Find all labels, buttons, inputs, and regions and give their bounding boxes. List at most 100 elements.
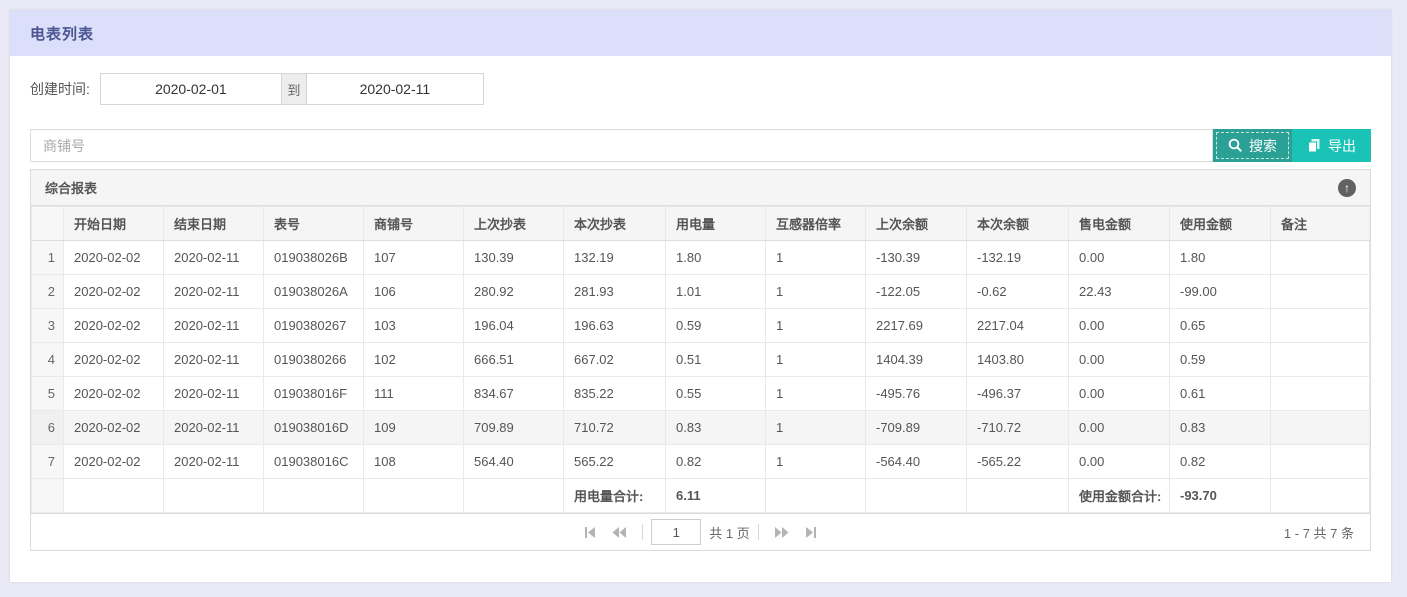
row-index: 3 — [32, 309, 64, 343]
summary-cell: -93.70 — [1170, 479, 1271, 513]
table-cell: -709.89 — [866, 411, 967, 445]
table-row[interactable]: 12020-02-022020-02-11019038026B107130.39… — [32, 241, 1370, 275]
table-row[interactable]: 22020-02-022020-02-11019038026A106280.92… — [32, 275, 1370, 309]
table-cell — [1271, 377, 1370, 411]
table-cell: 1.01 — [666, 275, 766, 309]
table-cell: 019038016C — [264, 445, 364, 479]
table-cell: 1 — [766, 241, 866, 275]
table-cell: 108 — [364, 445, 464, 479]
table-cell: 1 — [766, 411, 866, 445]
shop-number-input[interactable] — [30, 129, 1213, 162]
table-cell: 2020-02-11 — [164, 411, 264, 445]
table-cell: 106 — [364, 275, 464, 309]
table-row[interactable]: 42020-02-022020-02-110190380266102666.51… — [32, 343, 1370, 377]
column-header: 开始日期 — [64, 207, 164, 241]
table-cell: 0190380267 — [264, 309, 364, 343]
prev-page-icon[interactable] — [604, 526, 634, 539]
column-header: 用电量 — [666, 207, 766, 241]
summary-cell — [164, 479, 264, 513]
report-table: 开始日期 结束日期 表号 商铺号 上次抄表 本次抄表 用电量 互感器倍率 上次余… — [31, 206, 1370, 513]
table-cell: 564.40 — [464, 445, 564, 479]
table-cell: 0.00 — [1069, 241, 1170, 275]
table-cell: 280.92 — [464, 275, 564, 309]
table-cell: -710.72 — [967, 411, 1069, 445]
export-icon — [1307, 138, 1322, 153]
table-row[interactable]: 62020-02-022020-02-11019038016D109709.89… — [32, 411, 1370, 445]
row-index: 1 — [32, 241, 64, 275]
last-page-icon[interactable] — [797, 526, 825, 539]
table-cell — [1271, 343, 1370, 377]
table-cell: 1 — [766, 343, 866, 377]
table-cell: 0190380266 — [264, 343, 364, 377]
table-cell: 281.93 — [564, 275, 666, 309]
row-index: 6 — [32, 411, 64, 445]
table-cell: 0.83 — [666, 411, 766, 445]
table-cell: 019038026B — [264, 241, 364, 275]
table-cell: 834.67 — [464, 377, 564, 411]
column-header: 上次抄表 — [464, 207, 564, 241]
card-header: 电表列表 — [10, 10, 1391, 56]
table-cell: 132.19 — [564, 241, 666, 275]
table-cell: 0.59 — [666, 309, 766, 343]
card-body: 创建时间: 到 搜索 导出 — [10, 56, 1391, 551]
table-cell: 196.63 — [564, 309, 666, 343]
pagination-bar: 共 1 页 1 - 7 共 7 条 — [31, 513, 1370, 550]
page-number-input[interactable] — [651, 519, 701, 545]
date-from-input[interactable] — [100, 73, 282, 105]
table-cell: 2020-02-02 — [64, 377, 164, 411]
table-cell: 1.80 — [666, 241, 766, 275]
first-page-icon[interactable] — [576, 526, 604, 539]
summary-cell: 6.11 — [666, 479, 766, 513]
table-cell: 1 — [766, 309, 866, 343]
table-cell: 0.00 — [1069, 411, 1170, 445]
search-row: 搜索 导出 — [30, 129, 1371, 162]
table-cell: 196.04 — [464, 309, 564, 343]
summary-cell: 使用金额合计: — [1069, 479, 1170, 513]
table-cell: 0.83 — [1170, 411, 1271, 445]
table-cell: 2217.69 — [866, 309, 967, 343]
table-cell: 2020-02-02 — [64, 241, 164, 275]
table-cell: 667.02 — [564, 343, 666, 377]
table-cell: 0.61 — [1170, 377, 1271, 411]
table-cell: 2020-02-02 — [64, 445, 164, 479]
date-to-input[interactable] — [306, 73, 484, 105]
table-row[interactable]: 32020-02-022020-02-110190380267103196.04… — [32, 309, 1370, 343]
summary-cell — [64, 479, 164, 513]
table-cell: -130.39 — [866, 241, 967, 275]
search-button[interactable]: 搜索 — [1213, 129, 1292, 162]
row-index: 5 — [32, 377, 64, 411]
table-cell: 709.89 — [464, 411, 564, 445]
collapse-panel-icon[interactable]: ↑ — [1338, 179, 1356, 197]
table-cell: -565.22 — [967, 445, 1069, 479]
table-row[interactable]: 72020-02-022020-02-11019038016C108564.40… — [32, 445, 1370, 479]
table-cell: 1403.80 — [967, 343, 1069, 377]
table-cell: 0.82 — [666, 445, 766, 479]
table-cell: -0.62 — [967, 275, 1069, 309]
pager-divider — [758, 524, 759, 540]
row-index — [32, 479, 64, 513]
search-icon — [1228, 138, 1243, 153]
table-cell: 0.55 — [666, 377, 766, 411]
search-button-label: 搜索 — [1249, 136, 1277, 156]
table-cell: 0.65 — [1170, 309, 1271, 343]
table-cell: 2020-02-11 — [164, 241, 264, 275]
next-page-icon[interactable] — [767, 526, 797, 539]
table-cell — [1271, 275, 1370, 309]
export-button[interactable]: 导出 — [1292, 129, 1371, 162]
report-panel-header: 综合报表 ↑ — [31, 170, 1370, 206]
table-header-row: 开始日期 结束日期 表号 商铺号 上次抄表 本次抄表 用电量 互感器倍率 上次余… — [32, 207, 1370, 241]
table-cell: 0.51 — [666, 343, 766, 377]
report-table-body: 12020-02-022020-02-11019038026B107130.39… — [32, 241, 1370, 513]
summary-row: 用电量合计:6.11 使用金额合计:-93.70 — [32, 479, 1370, 513]
row-index: 2 — [32, 275, 64, 309]
column-header: 备注 — [1271, 207, 1370, 241]
table-cell: 2020-02-11 — [164, 343, 264, 377]
table-cell: 107 — [364, 241, 464, 275]
table-cell: -564.40 — [866, 445, 967, 479]
column-header: 商铺号 — [364, 207, 464, 241]
table-row[interactable]: 52020-02-022020-02-11019038016F111834.67… — [32, 377, 1370, 411]
summary-cell: 用电量合计: — [564, 479, 666, 513]
table-cell — [1271, 445, 1370, 479]
export-button-label: 导出 — [1328, 136, 1356, 156]
table-cell: 111 — [364, 377, 464, 411]
